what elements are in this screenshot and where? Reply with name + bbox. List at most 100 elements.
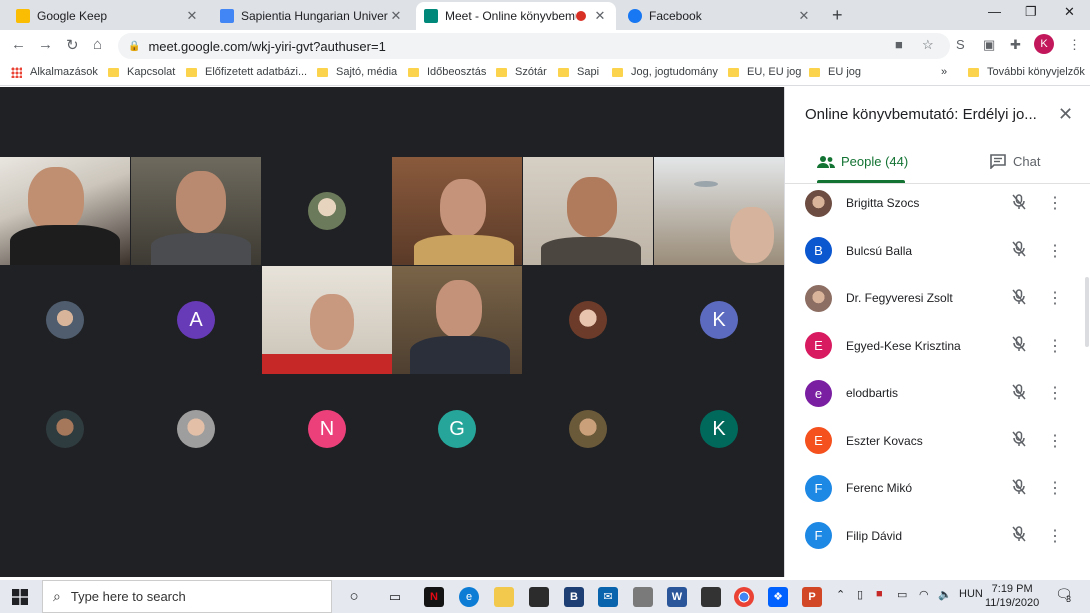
chat-icon [990,154,1006,169]
participant-tile[interactable] [262,157,392,265]
minimize-icon[interactable]: — [988,4,1001,19]
windows-start-icon[interactable] [12,589,28,605]
forward-icon[interactable]: → [38,36,53,53]
bookmark-star-icon[interactable]: ☆ [922,37,934,53]
participant-row[interactable]: F Filip Dávid ⋮ [805,516,1071,556]
participant-video-tile[interactable] [262,266,392,374]
bookmark-tovabbi[interactable]: További könyvjelzők [968,66,1085,78]
tab-sapientia[interactable]: Sapientia Hungarian University o ✕ [212,2,412,30]
bookmark-szotar[interactable]: Szótár [496,66,547,78]
taskbar-search[interactable]: ⌕ Type here to search [42,580,332,613]
tray-wifi-icon[interactable]: ◠ [919,588,929,601]
bookmarks-overflow-button[interactable]: » [941,66,947,78]
tab-chat[interactable]: Chat [990,154,1040,169]
bookmark-eu-eu-jog[interactable]: EU, EU jog [728,66,801,78]
close-icon[interactable]: ✕ [184,8,200,24]
tray-battery-icon[interactable]: ▭ [897,588,907,601]
more-options-icon[interactable]: ⋮ [1047,526,1063,546]
tab-google-keep[interactable]: Google Keep ✕ [8,2,208,30]
new-tab-button[interactable]: + [832,5,843,26]
home-icon[interactable]: ⌂ [93,36,102,53]
chrome-icon[interactable] [734,587,754,607]
participant-row[interactable]: Dr. Fegyveresi Zsolt ⋮ [805,278,1071,318]
tray-antivirus-icon[interactable]: ■ [876,588,883,600]
address-bar[interactable]: 🔒 meet.google.com/wkj-yiri-gvt?authuser=… [118,33,950,59]
word-icon[interactable]: W [667,587,687,607]
more-options-icon[interactable]: ⋮ [1047,478,1063,498]
extension-icon[interactable]: ▣ [983,37,995,53]
participant-video-tile[interactable] [0,157,130,265]
more-options-icon[interactable]: ⋮ [1047,431,1063,451]
participant-row[interactable]: Brigitta Szocs ⋮ [805,183,1071,223]
participant-tile[interactable]: K [654,266,784,374]
participant-row[interactable]: E Eszter Kovacs ⋮ [805,421,1071,461]
participant-row[interactable]: B Bulcsú Balla ⋮ [805,231,1071,271]
bookmark-eu-jog[interactable]: EU jog [809,66,861,78]
participant-tile[interactable] [523,266,653,374]
participant-video-tile[interactable] [131,157,261,265]
profile-avatar[interactable]: K [1034,34,1054,54]
participant-tile[interactable] [0,266,130,374]
participant-tile[interactable]: K [654,375,784,483]
participant-video-tile[interactable] [392,266,522,374]
participant-tile[interactable]: A [131,266,261,374]
participant-row[interactable]: F Ferenc Mikó ⋮ [805,468,1071,508]
bookmark-apps[interactable]: Alkalmazások [11,66,98,78]
menu-kebab-icon[interactable]: ⋮ [1068,37,1081,53]
tray-device-icon[interactable]: ▯ [857,588,863,601]
back-icon[interactable]: ← [11,36,26,53]
calculator-icon[interactable] [633,587,653,607]
close-icon[interactable]: ✕ [388,8,404,24]
task-view-icon[interactable]: ▭ [385,587,405,607]
tab-meet[interactable]: Meet - Online könyvbemutató ✕ [416,2,616,30]
bookmark-jog[interactable]: Jog, jogtudomány [612,66,718,78]
participant-tile[interactable] [0,375,130,483]
input-language[interactable]: HUN [959,588,983,600]
cortana-icon[interactable]: ○ [344,587,364,607]
netflix-icon[interactable]: N [424,587,444,607]
close-panel-icon[interactable]: ✕ [1058,104,1073,125]
file-explorer-icon[interactable] [494,587,514,607]
more-options-icon[interactable]: ⋮ [1047,193,1063,213]
tray-volume-icon[interactable]: 🔈 [938,588,952,601]
participant-row[interactable]: e elodbartis ⋮ [805,373,1071,413]
participant-tile[interactable]: G [392,375,522,483]
participant-video-tile[interactable] [523,157,653,265]
clock[interactable]: 7:19 PM 11/19/2020 [985,582,1039,610]
more-options-icon[interactable]: ⋮ [1047,383,1063,403]
close-icon[interactable]: ✕ [592,8,608,24]
reload-icon[interactable]: ↻ [66,36,79,54]
participant-video-tile[interactable] [392,157,522,265]
more-options-icon[interactable]: ⋮ [1047,288,1063,308]
mic-off-icon [1009,193,1029,213]
store-icon[interactable] [529,587,549,607]
maximize-icon[interactable]: ❐ [1025,4,1037,20]
mail-icon[interactable]: ✉ [598,587,618,607]
participant-video-tile[interactable] [654,157,784,265]
people-list-scrollbar[interactable] [1085,277,1089,347]
bookmark-kapcsolat[interactable]: Kapcsolat [108,66,175,78]
powerpoint-icon[interactable]: P [802,587,822,607]
window-close-icon[interactable]: ✕ [1064,4,1075,20]
tray-chevron-icon[interactable]: ⌃ [836,588,845,601]
skype-extension-icon[interactable]: S [956,37,965,52]
tab-facebook[interactable]: Facebook ✕ [620,2,820,30]
bookmark-sapi[interactable]: Sapi [558,66,599,78]
bookmark-elofizetett[interactable]: Előfizetett adatbázi... [186,66,307,78]
participant-tile[interactable]: N [262,375,392,483]
camera-icon[interactable]: ■ [895,37,903,52]
more-options-icon[interactable]: ⋮ [1047,336,1063,356]
more-options-icon[interactable]: ⋮ [1047,241,1063,261]
bookmark-sajto[interactable]: Sajtó, média [317,66,397,78]
participant-tile[interactable] [131,375,261,483]
bookmark-idobeosztas[interactable]: Időbeosztás [408,66,486,78]
close-icon[interactable]: ✕ [796,8,812,24]
participant-row[interactable]: E Egyed-Kese Krisztina ⋮ [805,326,1071,366]
edge-icon[interactable]: e [459,587,479,607]
dropbox-icon[interactable]: ❖ [768,587,788,607]
puzzle-extensions-icon[interactable]: ✚ [1010,37,1021,53]
app-b-icon[interactable]: B [564,587,584,607]
app-icon[interactable] [701,587,721,607]
tab-people[interactable]: People (44) [817,154,908,169]
participant-tile[interactable] [523,375,653,483]
